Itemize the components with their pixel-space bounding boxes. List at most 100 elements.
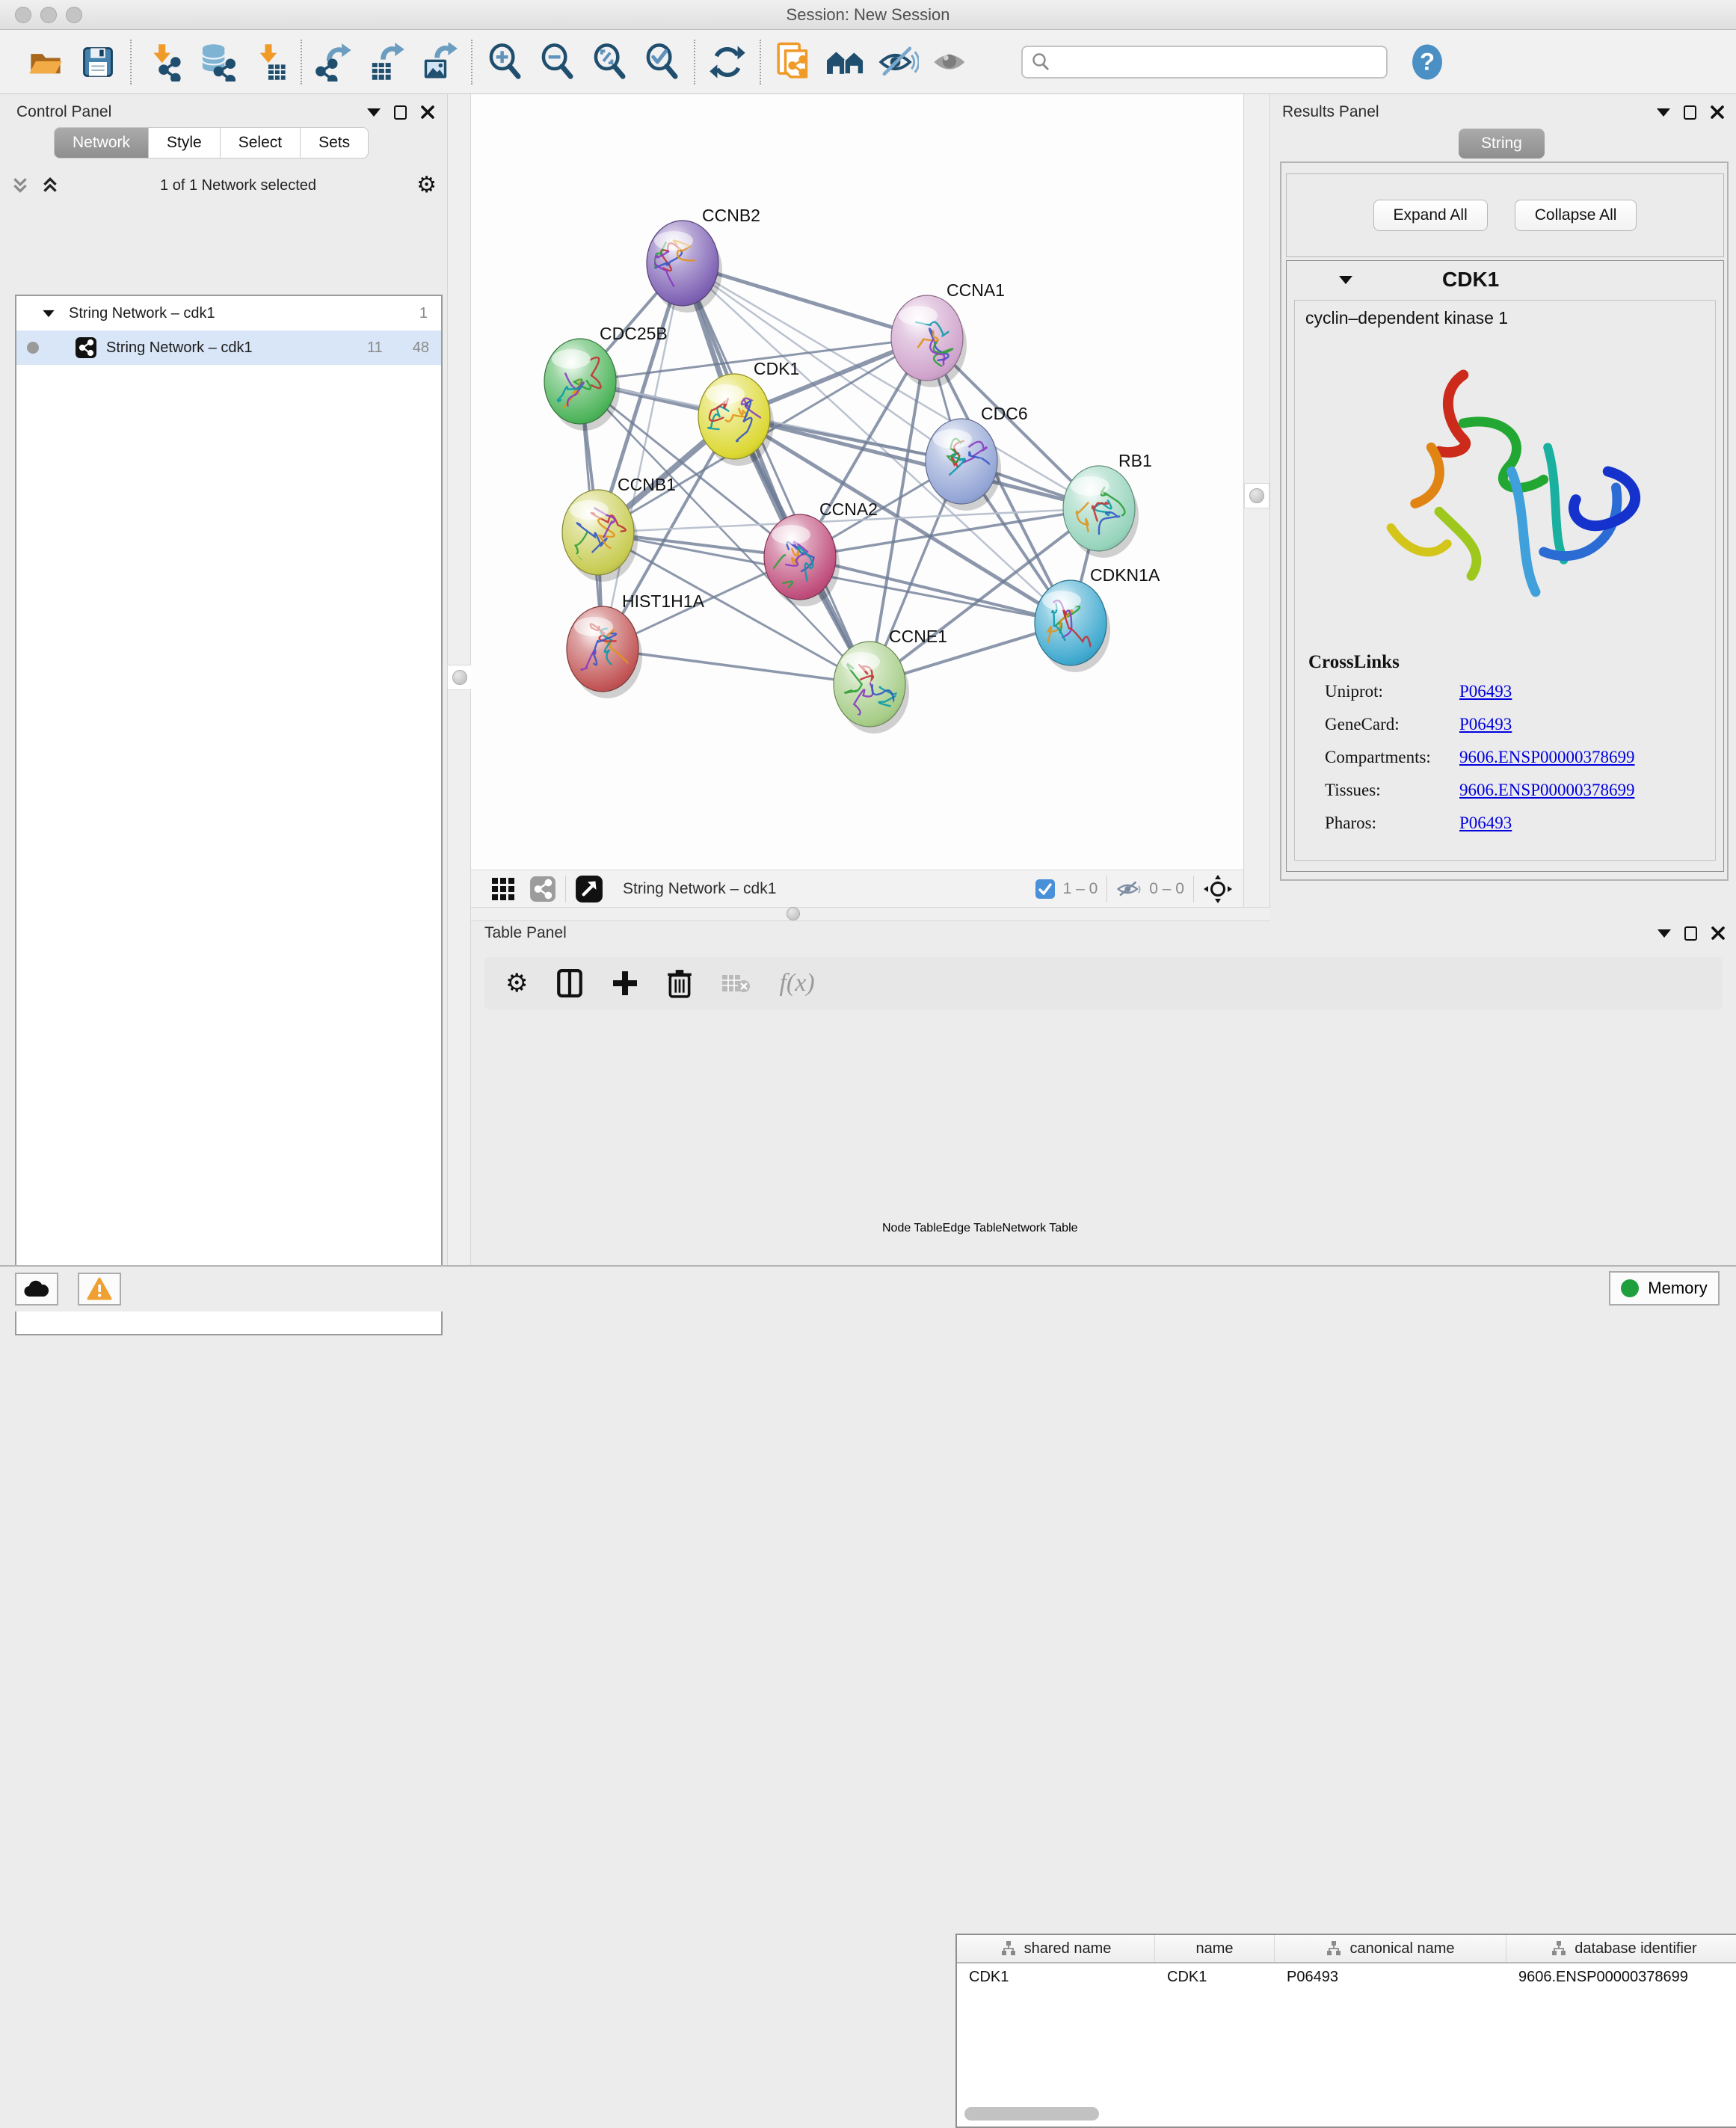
- collection-expand-icon[interactable]: [43, 310, 54, 316]
- zoom-out-button[interactable]: [531, 38, 583, 86]
- selected-count-badge: 1 – 0: [1063, 880, 1098, 898]
- help-button[interactable]: ?: [1401, 38, 1453, 86]
- show-columns-icon[interactable]: [556, 968, 583, 998]
- table-cell[interactable]: P06493: [1275, 1969, 1506, 1986]
- panel-close-icon[interactable]: [420, 105, 435, 120]
- table-tab-network-table[interactable]: Network Table: [1002, 1222, 1077, 1235]
- attribute-table[interactable]: shared namenamecanonical namedatabase id…: [955, 1934, 1736, 2128]
- show-all-button[interactable]: [924, 38, 976, 86]
- table-settings-gear-icon[interactable]: ⚙: [505, 971, 528, 996]
- panel-float-icon[interactable]: [1684, 105, 1696, 120]
- results-tab-string[interactable]: String: [1459, 129, 1545, 159]
- panel-float-icon[interactable]: [1684, 926, 1697, 941]
- search-input[interactable]: [1051, 53, 1373, 70]
- crosslink-value-link[interactable]: P06493: [1459, 814, 1512, 833]
- zoom-selected-button[interactable]: [635, 38, 688, 86]
- node-hist1h1a[interactable]: HIST1H1A: [565, 591, 704, 698]
- gear-icon[interactable]: ⚙: [416, 174, 437, 197]
- crosslink-row: GeneCard:P06493: [1325, 715, 1699, 734]
- hidden-eye-icon[interactable]: [1116, 879, 1142, 900]
- crosslink-value-link[interactable]: 9606.ENSP00000378699: [1459, 781, 1635, 800]
- node-cdkn1a[interactable]: CDKN1A: [1035, 565, 1160, 672]
- panel-close-icon[interactable]: [1711, 926, 1726, 941]
- column-header-databaseidentifier[interactable]: database identifier: [1506, 1935, 1736, 1962]
- table-row[interactable]: CDK1CDK1P064939606.ENSP00000378699cyclin…: [957, 1964, 1736, 1990]
- table-cell[interactable]: CDK1: [957, 1969, 1155, 1986]
- tab-sets[interactable]: Sets: [301, 127, 369, 159]
- gene-collapse-icon[interactable]: [1339, 276, 1352, 284]
- cloud-status-button[interactable]: [15, 1273, 58, 1306]
- network-collection-row[interactable]: String Network – cdk1 1: [16, 296, 441, 330]
- grid-view-icon[interactable]: [490, 876, 516, 902]
- node-cdk1[interactable]: CDK1: [698, 359, 799, 466]
- column-header-name[interactable]: name: [1155, 1935, 1275, 1962]
- add-column-plus-icon[interactable]: [612, 970, 638, 997]
- table-tab-edge-table[interactable]: Edge Table: [943, 1222, 1003, 1235]
- import-network-from-database-button[interactable]: [190, 38, 242, 86]
- expand-all-button[interactable]: Expand All: [1373, 200, 1488, 231]
- apply-style-refresh-button[interactable]: [701, 38, 754, 86]
- window-minimize-button[interactable]: [40, 7, 57, 23]
- panel-menu-icon[interactable]: [1657, 108, 1670, 117]
- zoom-in-button[interactable]: [478, 38, 531, 86]
- panel-float-icon[interactable]: [394, 105, 407, 120]
- right-splitter-handle[interactable]: [1244, 483, 1269, 508]
- expand-all-icon[interactable]: [40, 176, 60, 195]
- function-builder-fx[interactable]: f(x): [779, 969, 814, 997]
- selected-checkbox-icon[interactable]: [1035, 879, 1056, 900]
- right-splitter[interactable]: [1243, 94, 1270, 921]
- table-horizontal-scrollbar[interactable]: [964, 2107, 1099, 2121]
- window-zoom-button[interactable]: [66, 7, 82, 23]
- network-row-selected[interactable]: String Network – cdk1 11 48: [16, 330, 441, 365]
- node-ccnb2[interactable]: CCNB2: [642, 206, 760, 313]
- birdseye-crosshair-icon[interactable]: [1203, 874, 1233, 904]
- tab-select[interactable]: Select: [221, 127, 301, 159]
- delete-trash-icon[interactable]: [667, 968, 692, 998]
- column-header-canonicalname[interactable]: canonical name: [1275, 1935, 1506, 1962]
- node-rb1[interactable]: RB1: [1063, 451, 1152, 558]
- panel-menu-icon[interactable]: [1657, 929, 1671, 938]
- network-graph[interactable]: CCNB2CCNA1CDC25BCDK1CDC6RB1CCNB1CCNA2CDK…: [471, 94, 1243, 870]
- import-table-button[interactable]: [242, 38, 295, 86]
- window-close-button[interactable]: [15, 7, 31, 23]
- node-cdc25b[interactable]: CDC25B: [544, 324, 668, 431]
- edge-ccnb2-ccne1[interactable]: [683, 263, 869, 684]
- open-session-button[interactable]: [19, 38, 72, 86]
- collapse-all-button[interactable]: Collapse All: [1515, 200, 1637, 231]
- tab-style[interactable]: Style: [149, 127, 221, 159]
- clone-network-button[interactable]: [767, 38, 819, 86]
- export-table-button[interactable]: [360, 38, 413, 86]
- hide-selected-button[interactable]: [872, 38, 924, 86]
- panel-menu-icon[interactable]: [367, 108, 381, 117]
- memory-button[interactable]: Memory: [1609, 1271, 1720, 1306]
- tab-network[interactable]: Network: [54, 127, 149, 159]
- warnings-button[interactable]: [78, 1273, 121, 1306]
- network-canvas[interactable]: CCNB2CCNA1CDC25BCDK1CDC6RB1CCNB1CCNA2CDK…: [471, 94, 1243, 870]
- node-ccna1[interactable]: CCNA1: [891, 280, 1005, 387]
- left-splitter[interactable]: [447, 94, 471, 1265]
- collapse-all-icon[interactable]: [10, 176, 30, 195]
- table-cell[interactable]: CDK1: [1155, 1969, 1275, 1986]
- table-cell[interactable]: 9606.ENSP00000378699: [1506, 1969, 1736, 1986]
- edge-hist1h1a-ccne1[interactable]: [603, 649, 869, 684]
- column-header-sharedname[interactable]: shared name: [957, 1935, 1155, 1962]
- table-tab-node-table[interactable]: Node Table: [882, 1222, 943, 1235]
- share-view-icon[interactable]: [529, 876, 556, 902]
- global-search[interactable]: [1021, 46, 1388, 79]
- save-session-button[interactable]: [72, 38, 124, 86]
- import-network-button[interactable]: [138, 38, 190, 86]
- crosslink-label: GeneCard:: [1325, 715, 1459, 734]
- gene-section-header[interactable]: CDK1: [1287, 261, 1723, 298]
- detach-view-icon[interactable]: [575, 875, 603, 903]
- left-splitter-handle[interactable]: [447, 665, 473, 690]
- export-network-button[interactable]: [308, 38, 360, 86]
- zoom-fit-button[interactable]: [583, 38, 635, 86]
- panel-close-icon[interactable]: [1710, 105, 1725, 120]
- crosslink-value-link[interactable]: P06493: [1459, 682, 1512, 701]
- bottom-splitter-handle[interactable]: [787, 907, 800, 920]
- crosslink-value-link[interactable]: 9606.ENSP00000378699: [1459, 748, 1635, 767]
- crosslink-value-link[interactable]: P06493: [1459, 715, 1512, 734]
- export-image-button[interactable]: [413, 38, 465, 86]
- first-neighbors-button[interactable]: [819, 38, 872, 86]
- edge-ccna2-cdkn1a[interactable]: [800, 557, 1071, 623]
